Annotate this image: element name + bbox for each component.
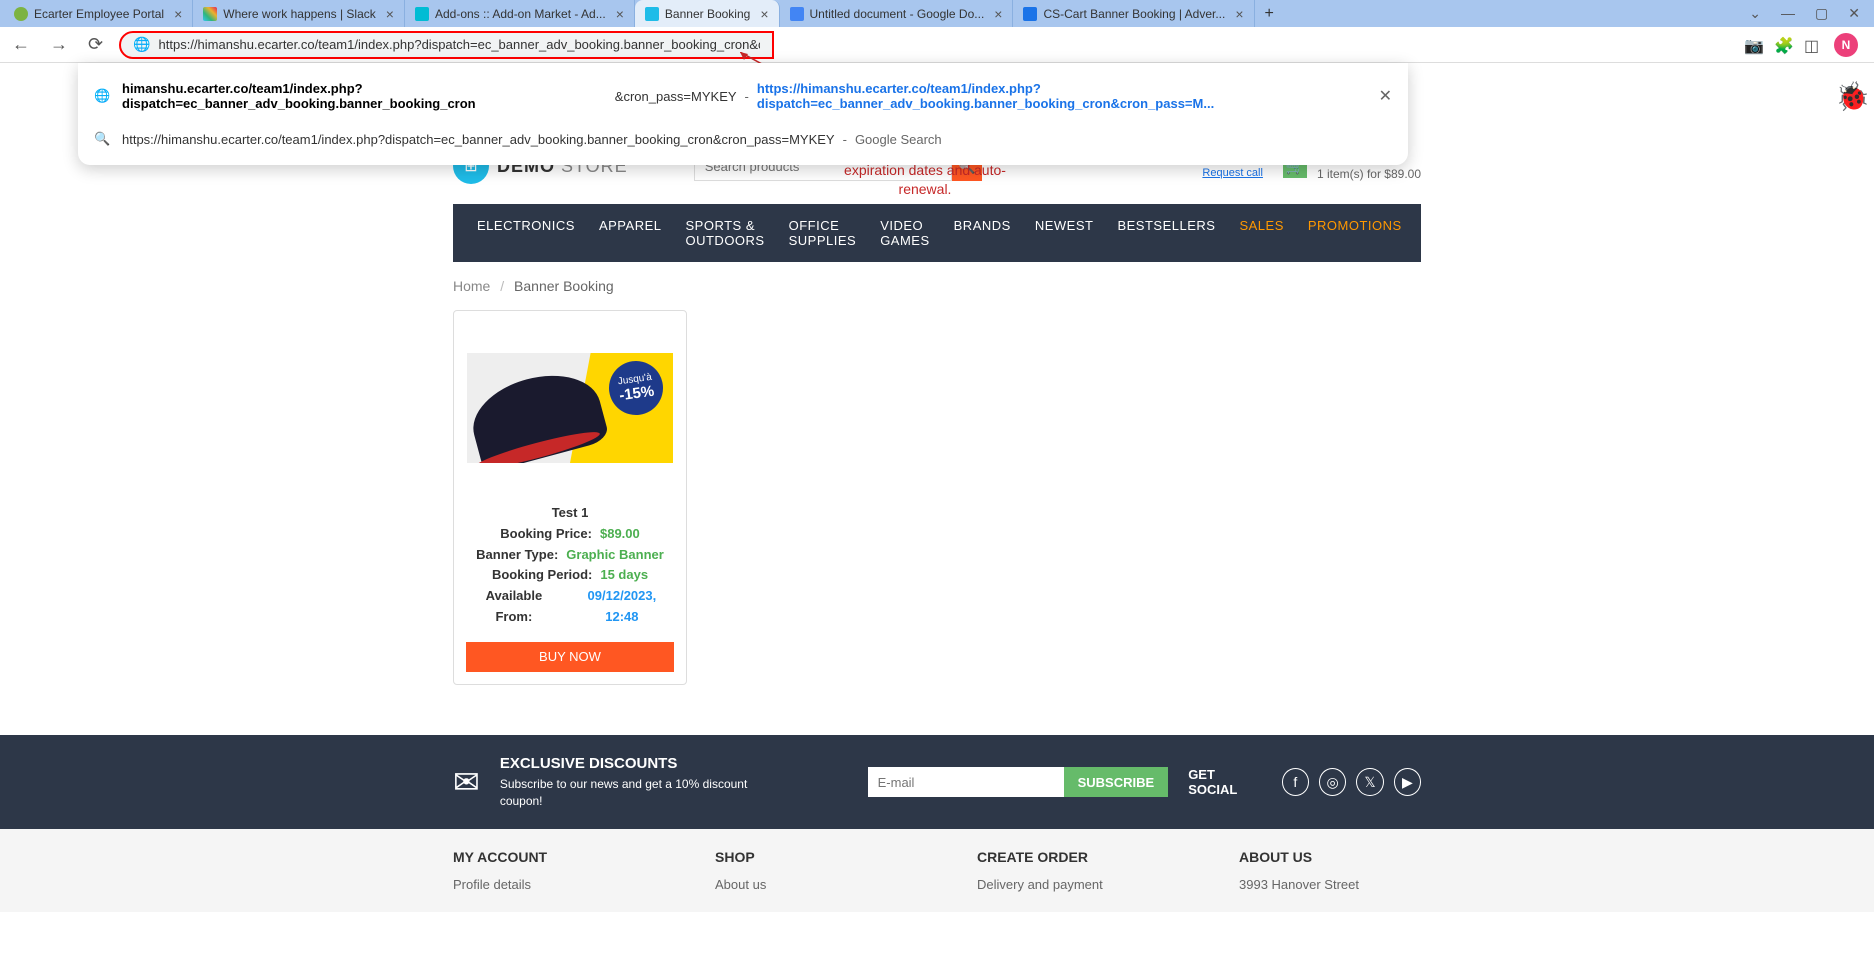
back-button[interactable]: ← — [8, 30, 34, 59]
instagram-icon[interactable]: ◎ — [1319, 768, 1346, 796]
close-icon[interactable]: × — [386, 6, 394, 22]
breadcrumb-current: Banner Booking — [514, 278, 614, 294]
remove-suggestion-icon[interactable]: ✕ — [1379, 86, 1392, 106]
profile-button[interactable]: N — [1834, 33, 1858, 57]
browser-nav-bar: ← → ⟳ 🌐 📷 🧩 ◫ N — [0, 27, 1874, 63]
facebook-icon[interactable]: f — [1282, 768, 1309, 796]
close-icon[interactable]: × — [616, 6, 624, 22]
bug-icon[interactable]: 🐞 — [1835, 80, 1870, 113]
tab-ecarter[interactable]: Ecarter Employee Portal× — [4, 0, 193, 27]
omnibox-suggestions: 🌐 himanshu.ecarter.co/team1/index.php?di… — [78, 63, 1408, 165]
close-icon[interactable]: × — [174, 6, 182, 22]
discounts-subtitle: Subscribe to our news and get a 10% disc… — [500, 776, 788, 810]
extension-icon[interactable]: 📷 — [1744, 36, 1762, 54]
reload-button[interactable]: ⟳ — [84, 30, 107, 59]
footer-links: MY ACCOUNT Profile details SHOP About us… — [0, 829, 1874, 912]
footer-link-address[interactable]: 3993 Hanover Street — [1239, 877, 1421, 892]
close-icon[interactable]: × — [994, 6, 1002, 22]
tab-slack[interactable]: Where work happens | Slack× — [193, 0, 405, 27]
maximize-button[interactable]: ▢ — [1815, 5, 1828, 22]
globe-icon: 🌐 — [94, 88, 110, 104]
minimize-button[interactable]: ― — [1781, 5, 1795, 22]
close-icon[interactable]: × — [1235, 6, 1243, 22]
browser-tab-strip: Ecarter Employee Portal× Where work happ… — [0, 0, 1874, 27]
nav-newest[interactable]: NEWEST — [1023, 204, 1106, 262]
breadcrumb: Home / Banner Booking — [453, 262, 1421, 310]
request-call-link[interactable]: Request call — [1166, 166, 1263, 181]
product-image[interactable]: Jusqu'à -15% — [467, 353, 673, 463]
subscribe-button[interactable]: SUBSCRIBE — [1064, 767, 1169, 797]
youtube-icon[interactable]: ▶ — [1394, 768, 1421, 796]
nav-sales[interactable]: SALES — [1227, 204, 1295, 262]
url-input[interactable] — [159, 37, 761, 52]
twitter-icon[interactable]: 𝕏 — [1356, 768, 1383, 796]
footer-subscribe: ✉ EXCLUSIVE DISCOUNTS Subscribe to our n… — [0, 735, 1874, 830]
main-navigation: ELECTRONICS APPAREL SPORTS & OUTDOORS OF… — [453, 204, 1421, 262]
nav-games[interactable]: VIDEO GAMES — [868, 204, 941, 262]
suggestion-row[interactable]: 🌐 himanshu.ecarter.co/team1/index.php?di… — [78, 71, 1408, 121]
footer-link-about[interactable]: About us — [715, 877, 897, 892]
tab-google-docs[interactable]: Untitled document - Google Do...× — [780, 0, 1014, 27]
suggestion-row[interactable]: 🔍 https://himanshu.ecarter.co/team1/inde… — [78, 121, 1408, 157]
nav-brands[interactable]: BRANDS — [942, 204, 1023, 262]
close-icon[interactable]: × — [760, 6, 768, 22]
nav-sports[interactable]: SPORTS & OUTDOORS — [673, 204, 776, 262]
tab-addons[interactable]: Add-ons :: Add-on Market - Ad...× — [405, 0, 635, 27]
address-bar[interactable]: 🌐 — [119, 31, 774, 59]
footer-col-aboutus: ABOUT US — [1239, 849, 1421, 865]
product-card: Jusqu'à -15% Test 1 Booking Price:$89.00… — [453, 310, 687, 685]
nav-promotions[interactable]: PROMOTIONS — [1296, 204, 1414, 262]
cart-summary: 1 item(s) for $89.00 — [1317, 167, 1421, 181]
footer-link-delivery[interactable]: Delivery and payment — [977, 877, 1159, 892]
nav-office[interactable]: OFFICE SUPPLIES — [777, 204, 869, 262]
globe-icon: 🌐 — [133, 36, 150, 53]
social-label: GET SOCIAL — [1188, 767, 1265, 797]
extensions-icon[interactable]: 🧩 — [1774, 36, 1792, 54]
nav-bestsellers[interactable]: BESTSELLERS — [1105, 204, 1227, 262]
email-field[interactable] — [868, 767, 1064, 797]
banner-type: Graphic Banner — [566, 545, 664, 566]
sidepanel-icon[interactable]: ◫ — [1804, 36, 1822, 54]
forward-button[interactable]: → — [46, 30, 72, 59]
footer-col-order: CREATE ORDER — [977, 849, 1159, 865]
available-from: 09/12/2023, 12:48 — [570, 586, 674, 628]
close-window-button[interactable]: ✕ — [1848, 5, 1860, 22]
chevron-down-icon[interactable]: ⌄ — [1749, 5, 1761, 22]
footer-col-shop: SHOP — [715, 849, 897, 865]
booking-period: 15 days — [600, 565, 648, 586]
tab-banner-booking[interactable]: Banner Booking× — [635, 0, 780, 27]
product-name: Test 1 — [466, 503, 674, 524]
discounts-title: EXCLUSIVE DISCOUNTS — [500, 755, 788, 772]
product-price: $89.00 — [600, 524, 640, 545]
search-icon: 🔍 — [94, 131, 110, 147]
nav-electronics[interactable]: ELECTRONICS — [465, 204, 587, 262]
buy-now-button[interactable]: BUY NOW — [466, 642, 674, 672]
tab-cscart[interactable]: CS-Cart Banner Booking | Adver...× — [1013, 0, 1254, 27]
breadcrumb-home[interactable]: Home — [453, 278, 490, 294]
mail-icon: ✉ — [453, 763, 480, 801]
new-tab-button[interactable]: + — [1255, 5, 1284, 23]
nav-apparel[interactable]: APPAREL — [587, 204, 674, 262]
footer-col-account: MY ACCOUNT — [453, 849, 635, 865]
footer-link-profile[interactable]: Profile details — [453, 877, 635, 892]
